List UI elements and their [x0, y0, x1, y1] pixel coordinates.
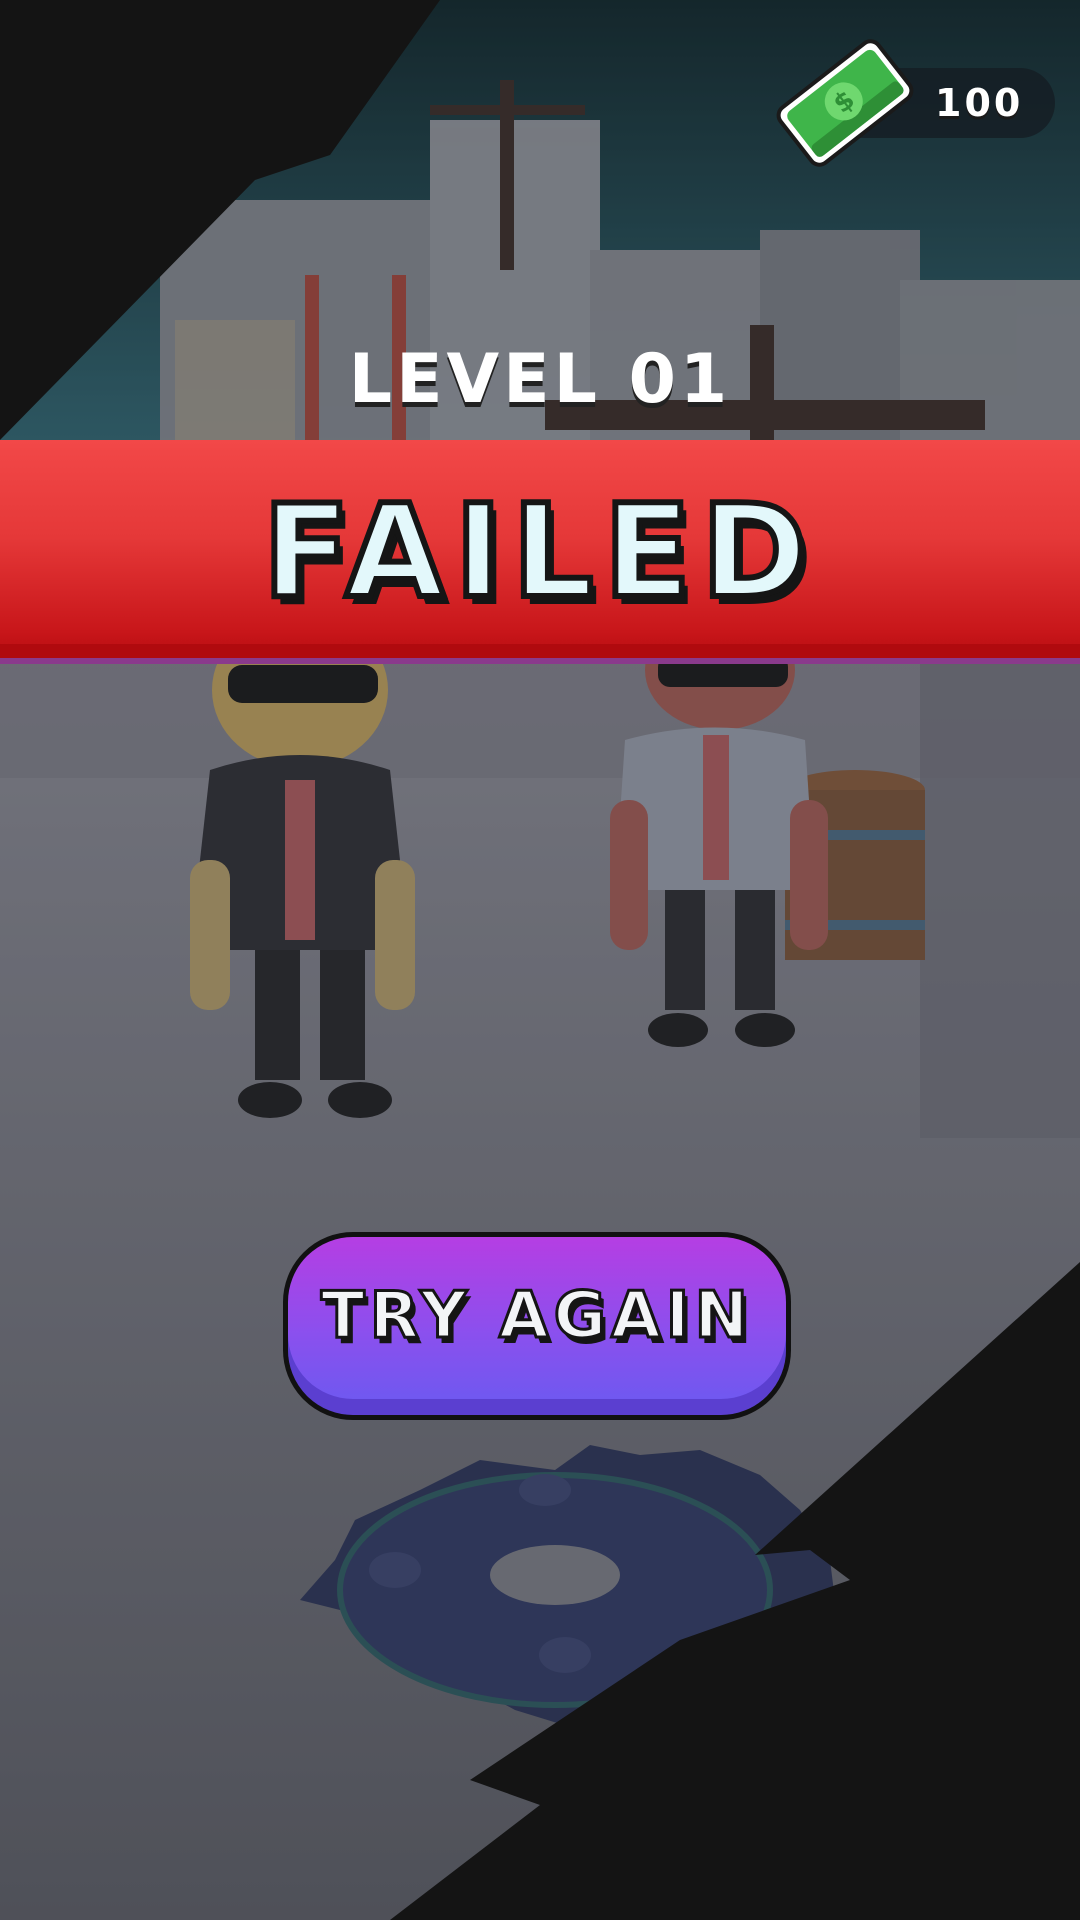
cash-bill-icon: $ — [776, 39, 914, 167]
failed-title: FAILED — [260, 475, 818, 630]
currency-amount: 100 — [935, 81, 1024, 125]
banner-stripe — [0, 644, 1080, 658]
try-again-button[interactable]: TRY AGAIN — [283, 1232, 791, 1420]
try-again-label: TRY AGAIN — [319, 1278, 754, 1355]
level-title: LEVEL 01 — [348, 340, 732, 419]
game-scene-background — [0, 0, 1080, 1920]
